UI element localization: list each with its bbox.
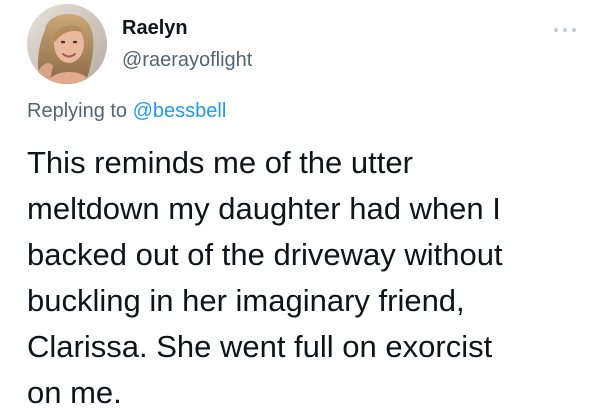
more-dot: [563, 28, 567, 32]
author-handle[interactable]: @raerayoflight: [122, 48, 252, 72]
tweet-text-line: on me.: [27, 375, 122, 410]
more-horizontal-icon: [554, 28, 558, 32]
tweet-text-line: Clarissa. She went full on exorcist: [27, 329, 493, 364]
more-options-button[interactable]: [552, 22, 578, 38]
tweet-text-line: meltdown my daughter had when I: [27, 191, 501, 226]
tweet: Raelyn @raerayoflight Replying to @bessb…: [0, 0, 599, 416]
more-dot: [572, 28, 576, 32]
tweet-text: This reminds me of the utter meltdown my…: [27, 140, 587, 416]
author-display-name[interactable]: Raelyn: [122, 16, 188, 40]
tweet-text-line: buckling in her imaginary friend,: [27, 283, 465, 318]
avatar[interactable]: [27, 4, 107, 84]
tweet-text-line: backed out of the driveway without: [27, 237, 503, 272]
reply-context: Replying to @bessbell: [27, 98, 226, 124]
tweet-text-line: This reminds me of the utter: [27, 145, 413, 180]
reply-mention-link[interactable]: @bessbell: [133, 100, 227, 122]
reply-prefix: Replying to: [27, 100, 128, 122]
user-avatar-photo-icon: [27, 4, 107, 84]
